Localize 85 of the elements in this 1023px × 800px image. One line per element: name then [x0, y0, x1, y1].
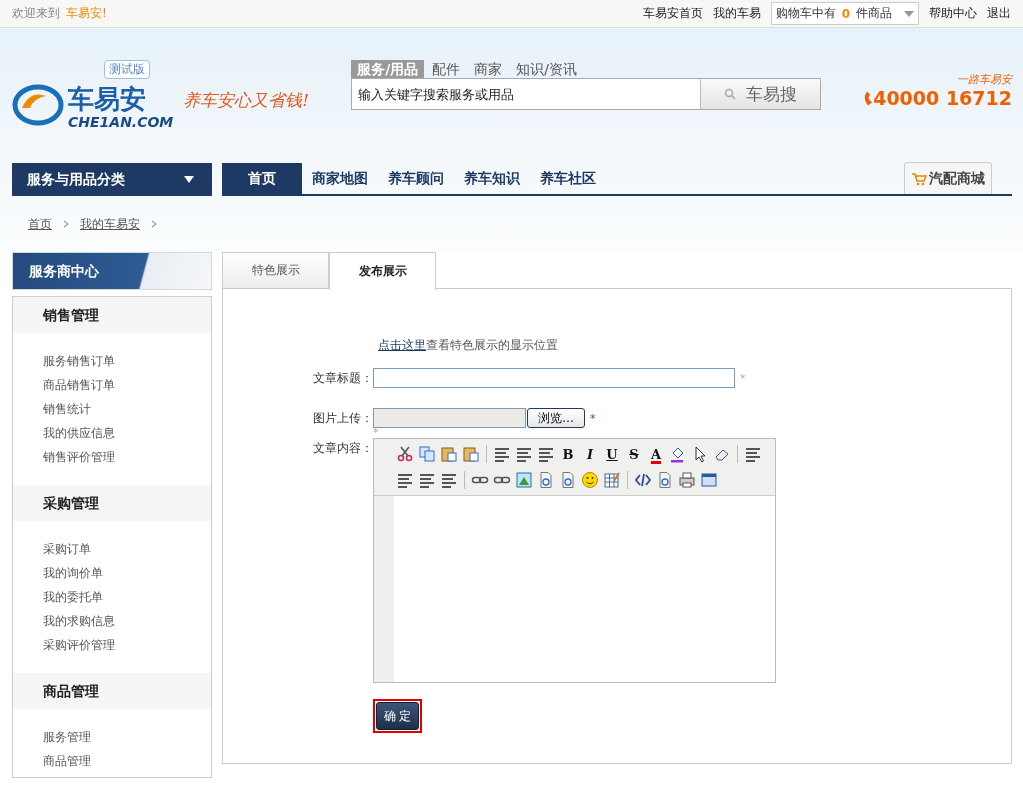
top-link[interactable]: 车易安首页: [642, 5, 703, 22]
hint-link[interactable]: 点击这里: [378, 338, 426, 352]
clipboard-icon[interactable]: [462, 445, 480, 463]
sidebar-group-title: 采购管理: [13, 485, 211, 521]
nav-tab[interactable]: 养车知识: [454, 163, 530, 194]
cart-icon: [911, 171, 927, 186]
content-tab[interactable]: 发布展示: [329, 252, 436, 290]
search-tab[interactable]: 商家: [468, 60, 509, 78]
sidebar-link[interactable]: 销售统计: [43, 397, 211, 421]
field-label: 图片上传：: [312, 410, 373, 427]
required-mark: *: [740, 371, 746, 385]
sidebar-link[interactable]: 采购评价管理: [43, 633, 211, 657]
title-field[interactable]: [373, 368, 735, 388]
nav-tab[interactable]: 首页: [222, 163, 302, 194]
sidebar-group-title: 商品管理: [13, 673, 211, 709]
confirm-button[interactable]: 确 定: [376, 702, 419, 730]
sidebar-link[interactable]: 商品管理: [43, 749, 211, 773]
welcome-text: 欢迎来到: [12, 5, 60, 22]
sidebar-link[interactable]: 我的委托单: [43, 585, 211, 609]
top-link[interactable]: 帮助中心: [929, 5, 977, 22]
window-icon[interactable]: [700, 471, 718, 489]
sidebar-link[interactable]: 商品销售订单: [43, 373, 211, 397]
smiley-icon[interactable]: [581, 471, 599, 489]
format-button[interactable]: I: [581, 446, 599, 462]
scissors-icon[interactable]: [396, 445, 414, 463]
sidebar-link[interactable]: 销售评价管理: [43, 445, 211, 469]
breadcrumb-link[interactable]: 首页: [28, 215, 52, 233]
search-tab[interactable]: 知识/资讯: [510, 60, 583, 78]
sidebar-link[interactable]: 我的询价单: [43, 561, 211, 585]
cart-dropdown[interactable]: 购物车中有 0 件商品: [770, 2, 919, 25]
slogan: 养车安心又省钱!: [183, 89, 310, 112]
required-mark: *: [590, 411, 596, 425]
text-lines-icon[interactable]: [396, 471, 414, 489]
text-lines-icon[interactable]: [440, 471, 458, 489]
chevron-icon: [62, 220, 70, 228]
nav-tab[interactable]: 商家地图: [302, 163, 378, 194]
format-button[interactable]: U: [603, 446, 621, 462]
caret-icon: [904, 10, 914, 17]
text-lines-icon[interactable]: [537, 445, 555, 463]
browse-button[interactable]: 浏览…: [527, 408, 585, 428]
chevron-icon: [150, 220, 158, 228]
site-name: 车易安!: [66, 5, 107, 22]
top-link[interactable]: 我的车易: [712, 5, 761, 22]
format-button[interactable]: A: [647, 446, 665, 462]
document-icon[interactable]: [537, 471, 555, 489]
code-icon[interactable]: [634, 471, 652, 489]
text-lines-icon[interactable]: [493, 445, 511, 463]
table-icon[interactable]: [603, 471, 621, 489]
phone-icon: [863, 90, 874, 106]
field-label: 文章标题：: [312, 370, 373, 387]
field-label: 文章内容：: [312, 440, 373, 457]
sidebar-link[interactable]: 采购订单: [43, 537, 211, 561]
top-link[interactable]: 退出: [987, 5, 1011, 22]
text-lines-icon[interactable]: [744, 445, 762, 463]
text-lines-icon[interactable]: [418, 471, 436, 489]
sidebar-header: 服务商中心: [12, 252, 212, 290]
sidebar-group-title: 销售管理: [13, 297, 211, 333]
format-button[interactable]: S: [625, 446, 643, 462]
sidebar-link[interactable]: 服务销售订单: [43, 349, 211, 373]
copy-icon[interactable]: [418, 445, 436, 463]
logo-domain: CHE1AN.COM: [68, 114, 174, 130]
mall-button[interactable]: 汽配商城: [904, 162, 992, 194]
hint-text: 点击这里查看特色展示的显示位置: [377, 337, 559, 354]
beta-badge: 测试版: [104, 60, 150, 79]
nav-tab[interactable]: 养车顾问: [378, 163, 454, 194]
content-tab[interactable]: 特色展示: [222, 252, 329, 288]
sidebar-link[interactable]: 我的供应信息: [43, 421, 211, 445]
required-mark: *: [373, 428, 380, 438]
format-button[interactable]: B: [559, 446, 577, 462]
clipboard-icon[interactable]: [440, 445, 458, 463]
printer-icon[interactable]: [678, 471, 696, 489]
sidebar-link[interactable]: 我的求购信息: [43, 609, 211, 633]
text-lines-icon[interactable]: [515, 445, 533, 463]
sidebar-link[interactable]: 服务管理: [43, 725, 211, 749]
logo-name: 车易安: [68, 84, 146, 114]
hotline-number: 40000 16712: [873, 87, 1012, 109]
search-tab[interactable]: 配件: [426, 60, 467, 78]
picture-icon[interactable]: [515, 471, 533, 489]
category-menu[interactable]: 服务与用品分类: [12, 163, 212, 196]
breadcrumb-link[interactable]: 我的车易安: [80, 215, 140, 233]
document-icon[interactable]: [656, 471, 674, 489]
hotline-caption: 一路车易安: [957, 72, 1012, 87]
dropdown-icon: [184, 176, 194, 183]
document-icon[interactable]: [559, 471, 577, 489]
nav-tab[interactable]: 养车社区: [530, 163, 606, 194]
